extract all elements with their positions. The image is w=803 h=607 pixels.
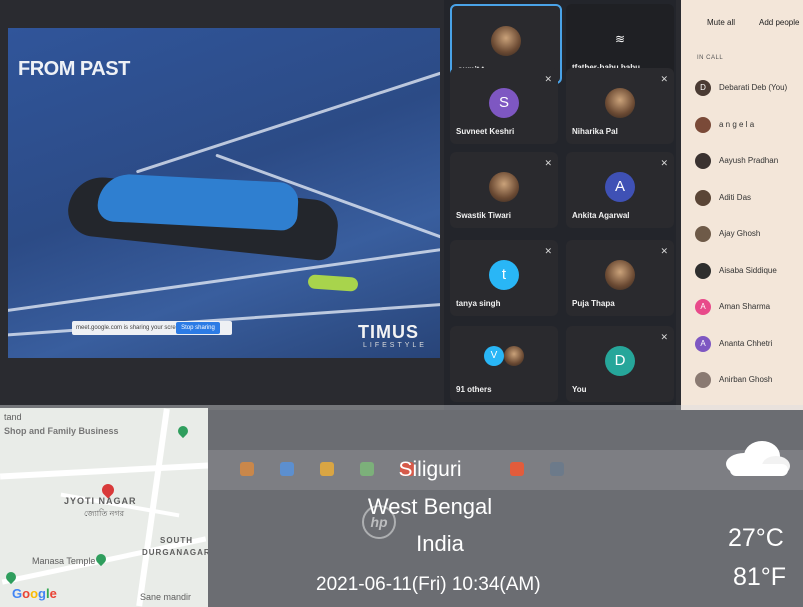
others-tile[interactable]: V 91 others bbox=[450, 326, 558, 402]
person-row[interactable]: Aayush Pradhan bbox=[695, 151, 803, 171]
person-name: Ananta Chhetri bbox=[719, 338, 773, 348]
participant-tile[interactable]: ✕ A Ankita Agarwal bbox=[566, 152, 674, 228]
map-locality-label: JYOTI NAGAR bbox=[64, 496, 137, 506]
others-photo bbox=[504, 346, 524, 366]
participant-avatar: S bbox=[489, 88, 519, 118]
share-title: FROM PAST bbox=[18, 58, 130, 80]
participant-name: tanya singh bbox=[456, 299, 501, 308]
map-label: Manasa Temple bbox=[32, 556, 96, 566]
mic-off-icon: ✕ bbox=[660, 246, 668, 256]
in-call-heading: IN CALL bbox=[697, 55, 724, 61]
participant-name: 91 others bbox=[456, 385, 492, 394]
participant-tile[interactable]: ✕ Swastik Tiwari bbox=[450, 152, 558, 228]
person-avatar bbox=[695, 372, 711, 388]
person-row[interactable]: Anirban Ghosh bbox=[695, 370, 803, 390]
map-label: tand bbox=[4, 412, 22, 422]
person-name: a n g e l a bbox=[719, 119, 755, 129]
temperature-fahrenheit: 81°F bbox=[733, 563, 787, 591]
city-label: Siliguri bbox=[398, 458, 462, 481]
google-logo: Google bbox=[12, 586, 57, 601]
participant-photo bbox=[491, 26, 521, 56]
person-avatar: A bbox=[695, 299, 711, 315]
person-name: Anirban Ghosh bbox=[719, 375, 773, 384]
participant-tile[interactable]: ✕ t tanya singh bbox=[450, 240, 558, 316]
participant-name: Swastik Tiwari bbox=[456, 211, 511, 220]
state-label: West Bengal bbox=[367, 494, 493, 519]
person-avatar bbox=[695, 226, 711, 242]
participant-name: Ankita Agarwal bbox=[572, 211, 630, 220]
self-tile[interactable]: ✕ D You bbox=[566, 326, 674, 402]
person-avatar bbox=[695, 153, 711, 169]
country-label: India bbox=[416, 531, 464, 556]
person-avatar bbox=[695, 189, 711, 206]
mic-off-icon: ✕ bbox=[660, 74, 668, 84]
participant-name: Puja Thapa bbox=[572, 299, 615, 308]
participant-tile[interactable]: ✕ S Suvneet Keshri bbox=[450, 68, 558, 144]
participant-tile[interactable]: ✕ Puja Thapa bbox=[566, 240, 674, 316]
person-row[interactable]: Ajay Ghosh bbox=[695, 224, 803, 244]
brand-logo: TIMUS bbox=[358, 322, 419, 342]
person-row[interactable]: A Ananta Chhetri bbox=[695, 334, 803, 354]
stop-sharing-button[interactable]: Stop sharing bbox=[176, 322, 220, 334]
person-name: Aayush Pradhan bbox=[719, 156, 779, 165]
shared-screen: FROM PAST meet.google.com is sharing you… bbox=[8, 28, 440, 358]
datetime-label: 2021-06-11(Fri) 10:34(AM) bbox=[316, 574, 541, 595]
monitor-screen: FROM PAST meet.google.com is sharing you… bbox=[0, 0, 803, 410]
speaking-wave-icon: ≋ bbox=[614, 32, 626, 46]
participant-name: Suvneet Keshri bbox=[456, 127, 515, 136]
person-avatar bbox=[695, 262, 711, 279]
mic-off-icon: ✕ bbox=[544, 158, 552, 168]
temperature-celsius: 27°C bbox=[728, 524, 784, 552]
person-name: Aisaba Siddique bbox=[719, 265, 777, 275]
taskbar-app-icon bbox=[240, 462, 254, 476]
participant-name: Niharika Pal bbox=[572, 127, 618, 136]
person-avatar bbox=[695, 116, 711, 133]
mic-off-icon: ✕ bbox=[660, 332, 668, 342]
participant-photo bbox=[489, 172, 519, 202]
map-label: Sane mandir bbox=[140, 592, 192, 602]
person-name: Ajay Ghosh bbox=[719, 229, 761, 238]
map-label: SOUTH bbox=[160, 536, 193, 545]
person-avatar: D bbox=[695, 80, 711, 96]
person-row[interactable]: a n g e l a bbox=[695, 115, 803, 135]
participant-tile[interactable]: ✕ Niharika Pal bbox=[566, 68, 674, 144]
participant-avatar: t bbox=[489, 260, 519, 290]
taskbar-app-icon bbox=[280, 462, 294, 476]
people-panel: Mute all Add people IN CALL D Debarati De… bbox=[681, 0, 803, 410]
map-inset[interactable]: tand Shop and Family Business JYOTI NAGA… bbox=[0, 408, 208, 607]
person-name: Aditi Das bbox=[719, 192, 752, 202]
place-pin-icon bbox=[175, 423, 191, 439]
person-row[interactable]: A Aman Sharma bbox=[695, 297, 803, 317]
participant-photo bbox=[605, 260, 635, 290]
taskbar-app-icon bbox=[550, 462, 564, 476]
brand-subtitle: LIFESTYLE bbox=[363, 342, 427, 349]
cloud-icon bbox=[726, 441, 790, 476]
mic-off-icon: ✕ bbox=[544, 246, 552, 256]
person-row[interactable]: Aisaba Siddique bbox=[695, 261, 803, 281]
person-row[interactable]: Aditi Das bbox=[695, 188, 803, 208]
participant-name: You bbox=[572, 385, 587, 394]
person-avatar: A bbox=[695, 335, 711, 352]
participant-photo bbox=[605, 88, 635, 118]
participant-avatar: D bbox=[605, 346, 635, 376]
map-label: DURGANAGAR bbox=[142, 548, 208, 557]
map-label: Shop and Family Business bbox=[4, 426, 119, 436]
participant-grid: sumit t ≋ tfather-babu babu ✕ S Suvneet … bbox=[444, 0, 676, 410]
person-name: Aman Sharma bbox=[719, 302, 771, 311]
mute-all-button[interactable]: Mute all bbox=[707, 18, 735, 27]
mic-off-icon: ✕ bbox=[660, 158, 668, 168]
others-avatar: V bbox=[484, 346, 504, 366]
person-row[interactable]: D Debarati Deb (You) bbox=[695, 78, 803, 98]
participant-avatar: A bbox=[605, 172, 635, 202]
person-name: Debarati Deb (You) bbox=[719, 83, 788, 92]
mic-off-icon: ✕ bbox=[544, 74, 552, 84]
map-label: জ্যোতি নগর bbox=[84, 509, 124, 518]
add-people-button[interactable]: Add people bbox=[759, 18, 799, 27]
